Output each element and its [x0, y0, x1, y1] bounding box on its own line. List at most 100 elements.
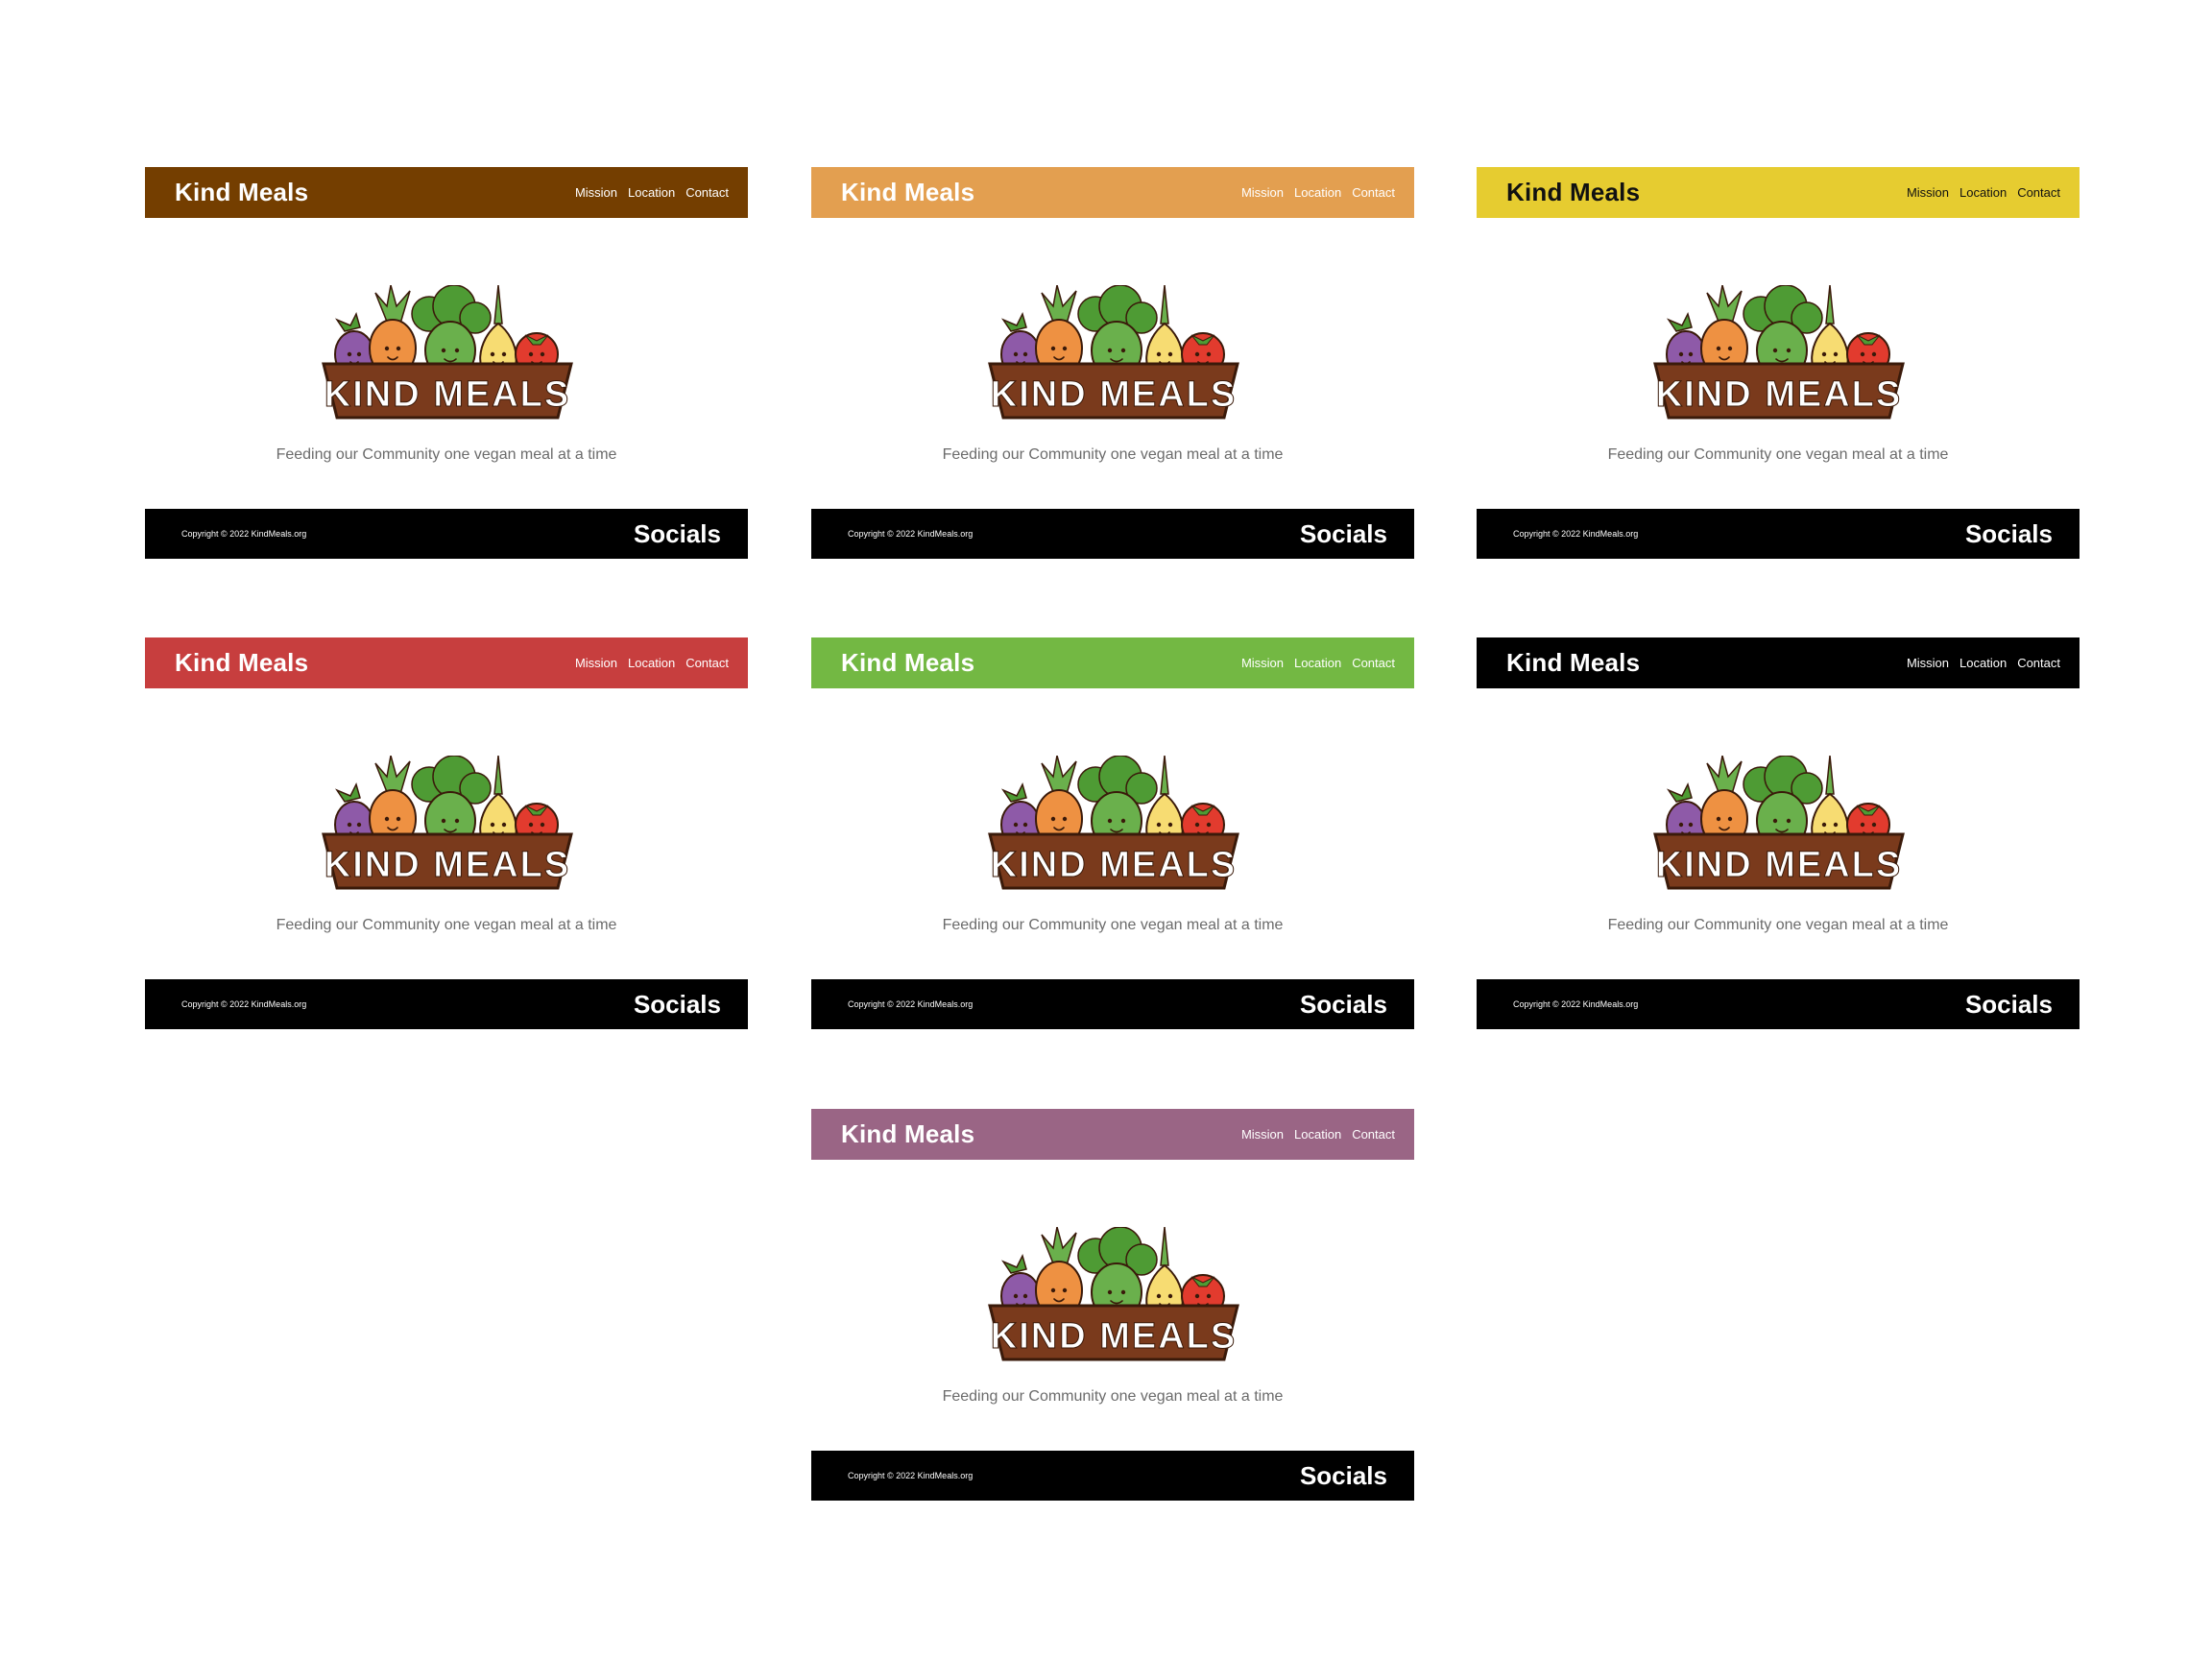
- eggplant-stem: [1666, 781, 1693, 803]
- nav-link-contact[interactable]: Contact: [685, 656, 729, 670]
- site-brand[interactable]: Kind Meals: [175, 648, 308, 678]
- hero-section: KIND MEALS: [811, 1227, 1414, 1371]
- site-brand[interactable]: Kind Meals: [1506, 178, 1640, 207]
- nav-link-mission[interactable]: Mission: [575, 185, 617, 200]
- carrot-leaves: [1706, 756, 1743, 795]
- hero-section: KIND MEALS: [145, 285, 748, 429]
- hero-tagline: Feeding our Community one vegan meal at …: [276, 446, 617, 463]
- nav-link-mission[interactable]: Mission: [1241, 185, 1284, 200]
- nav-links: Mission Location Contact: [1241, 656, 1395, 670]
- nav-link-mission[interactable]: Mission: [1907, 656, 1949, 670]
- nav-link-location[interactable]: Location: [1294, 185, 1341, 200]
- site-header: Kind Meals Mission Location Contact: [811, 637, 1414, 688]
- site-header: Kind Meals Mission Location Contact: [145, 167, 748, 218]
- socials-link[interactable]: Socials: [1300, 1461, 1387, 1491]
- onion-sprout: [1825, 756, 1835, 795]
- hero-tagline: Feeding our Community one vegan meal at …: [942, 917, 1284, 933]
- variant-black: Kind Meals Mission Location Contact KIND…: [1477, 637, 2080, 1029]
- socials-link[interactable]: Socials: [634, 519, 721, 549]
- carrot-leaves: [1706, 285, 1743, 325]
- copyright-text: Copyright © 2022 KindMeals.org: [181, 529, 307, 539]
- nav-link-location[interactable]: Location: [1960, 185, 2007, 200]
- nav-link-contact[interactable]: Contact: [1352, 1127, 1395, 1142]
- site-footer: Copyright © 2022 KindMeals.org Socials: [145, 979, 748, 1029]
- site-brand[interactable]: Kind Meals: [1506, 648, 1640, 678]
- copyright-text: Copyright © 2022 KindMeals.org: [848, 1471, 974, 1480]
- copyright-text: Copyright © 2022 KindMeals.org: [1513, 999, 1639, 1009]
- site-footer: Copyright © 2022 KindMeals.org Socials: [1477, 979, 2080, 1029]
- eggplant-stem: [334, 311, 361, 332]
- hero-section: KIND MEALS: [145, 756, 748, 900]
- logo-text: KIND MEALS: [1656, 374, 1902, 415]
- nav-link-contact[interactable]: Contact: [2017, 185, 2060, 200]
- nav-link-location[interactable]: Location: [628, 185, 675, 200]
- site-brand[interactable]: Kind Meals: [175, 178, 308, 207]
- carrot-leaves: [374, 285, 411, 325]
- socials-link[interactable]: Socials: [1300, 990, 1387, 1020]
- kind-meals-logo: KIND MEALS: [1653, 756, 1905, 890]
- site-brand[interactable]: Kind Meals: [841, 178, 974, 207]
- site-footer: Copyright © 2022 KindMeals.org Socials: [811, 509, 1414, 559]
- site-brand[interactable]: Kind Meals: [841, 648, 974, 678]
- eggplant-stem: [1666, 311, 1693, 332]
- nav-link-location[interactable]: Location: [628, 656, 675, 670]
- copyright-text: Copyright © 2022 KindMeals.org: [181, 999, 307, 1009]
- nav-link-contact[interactable]: Contact: [685, 185, 729, 200]
- site-header: Kind Meals Mission Location Contact: [145, 637, 748, 688]
- site-brand[interactable]: Kind Meals: [841, 1119, 974, 1149]
- carrot-leaves: [1041, 1227, 1077, 1266]
- hero-section: KIND MEALS: [811, 285, 1414, 429]
- socials-link[interactable]: Socials: [1965, 990, 2053, 1020]
- hero-tagline: Feeding our Community one vegan meal at …: [942, 446, 1284, 463]
- nav-link-mission[interactable]: Mission: [575, 656, 617, 670]
- socials-link[interactable]: Socials: [1965, 519, 2053, 549]
- kind-meals-logo: KIND MEALS: [322, 285, 573, 420]
- hero-section: KIND MEALS: [1477, 756, 2080, 900]
- hero-section: KIND MEALS: [1477, 285, 2080, 429]
- variant-yellow: Kind Meals Mission Location Contact KIND…: [1477, 167, 2080, 559]
- eggplant-stem: [334, 781, 361, 803]
- logo-text: KIND MEALS: [1656, 845, 1902, 885]
- nav-link-contact[interactable]: Contact: [1352, 656, 1395, 670]
- site-header: Kind Meals Mission Location Contact: [1477, 167, 2080, 218]
- onion-sprout: [1160, 756, 1169, 795]
- copyright-text: Copyright © 2022 KindMeals.org: [848, 999, 974, 1009]
- eggplant-stem: [1000, 781, 1027, 803]
- onion-sprout: [493, 285, 503, 325]
- logo-text: KIND MEALS: [991, 845, 1237, 885]
- socials-link[interactable]: Socials: [634, 990, 721, 1020]
- nav-link-location[interactable]: Location: [1294, 1127, 1341, 1142]
- nav-link-contact[interactable]: Contact: [1352, 185, 1395, 200]
- nav-link-mission[interactable]: Mission: [1241, 656, 1284, 670]
- kind-meals-logo: KIND MEALS: [988, 285, 1239, 420]
- nav-links: Mission Location Contact: [575, 185, 729, 200]
- logo-text: KIND MEALS: [991, 1316, 1237, 1357]
- nav-link-mission[interactable]: Mission: [1907, 185, 1949, 200]
- eggplant-stem: [1000, 311, 1027, 332]
- carrot-leaves: [1041, 285, 1077, 325]
- nav-links: Mission Location Contact: [1907, 656, 2060, 670]
- hero-tagline: Feeding our Community one vegan meal at …: [942, 1388, 1284, 1405]
- logo-text: KIND MEALS: [325, 845, 570, 885]
- nav-link-mission[interactable]: Mission: [1241, 1127, 1284, 1142]
- kind-meals-logo: KIND MEALS: [988, 756, 1239, 890]
- carrot-leaves: [1041, 756, 1077, 795]
- variant-brown: Kind Meals Mission Location Contact KIND…: [145, 167, 748, 559]
- site-footer: Copyright © 2022 KindMeals.org Socials: [811, 979, 1414, 1029]
- variant-orange: Kind Meals Mission Location Contact KIND…: [811, 167, 1414, 559]
- variant-green: Kind Meals Mission Location Contact KIND…: [811, 637, 1414, 1029]
- nav-links: Mission Location Contact: [1241, 185, 1395, 200]
- socials-link[interactable]: Socials: [1300, 519, 1387, 549]
- eggplant-stem: [1000, 1253, 1027, 1274]
- nav-links: Mission Location Contact: [575, 656, 729, 670]
- nav-links: Mission Location Contact: [1241, 1127, 1395, 1142]
- nav-links: Mission Location Contact: [1907, 185, 2060, 200]
- nav-link-contact[interactable]: Contact: [2017, 656, 2060, 670]
- nav-link-location[interactable]: Location: [1960, 656, 2007, 670]
- hero-tagline: Feeding our Community one vegan meal at …: [276, 917, 617, 933]
- onion-sprout: [1160, 1227, 1169, 1266]
- logo-text: KIND MEALS: [325, 374, 570, 415]
- site-footer: Copyright © 2022 KindMeals.org Socials: [1477, 509, 2080, 559]
- nav-link-location[interactable]: Location: [1294, 656, 1341, 670]
- onion-sprout: [493, 756, 503, 795]
